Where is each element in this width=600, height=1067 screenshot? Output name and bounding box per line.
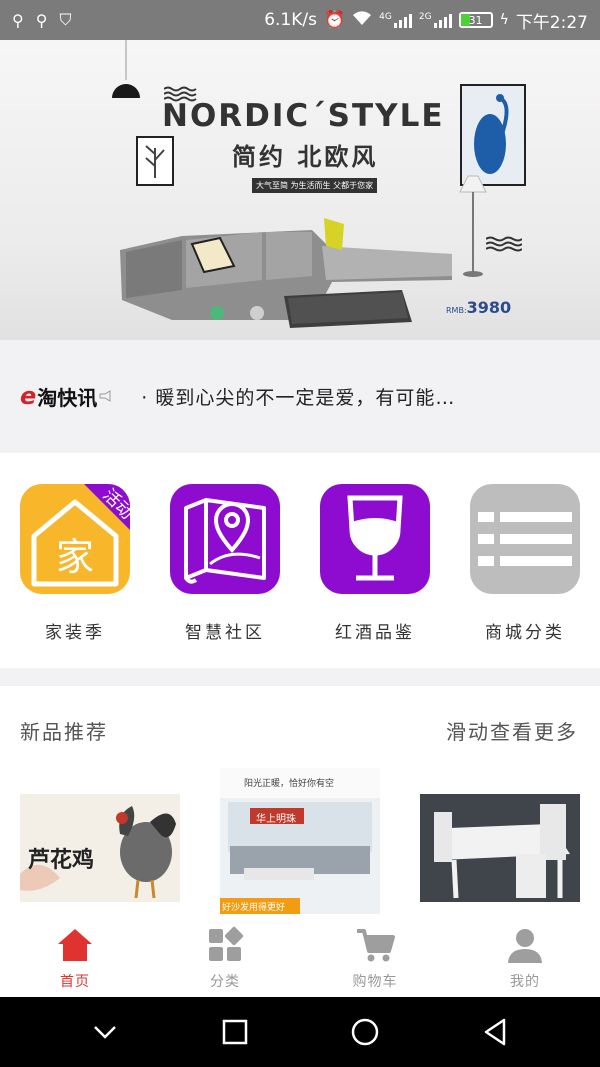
chevron-down-icon[interactable] bbox=[88, 1015, 122, 1049]
category-label: 家装季 bbox=[45, 623, 105, 643]
home-circle-icon[interactable] bbox=[348, 1015, 382, 1049]
promo-banner[interactable]: NORDIC´STYLE 简约 北欧风 大气至简 为生活而生 父都于您家 RMB… bbox=[0, 40, 600, 340]
home-icon bbox=[58, 929, 92, 961]
product-caption: 阳光正暖，恰好你有空 bbox=[244, 779, 335, 789]
category-shortcuts: 家 活动 家装季 智慧社区 红酒品鉴 商城分类 bbox=[0, 453, 600, 668]
category-label: 红酒品鉴 bbox=[335, 623, 415, 643]
list-icon bbox=[470, 484, 580, 594]
product-brand: 华上明珠 bbox=[256, 814, 296, 825]
svg-text:家: 家 bbox=[56, 535, 94, 579]
category-label: 商城分类 bbox=[485, 623, 565, 643]
banner-subtitle: 简约 北欧风 bbox=[232, 143, 379, 171]
category-label: 智慧社区 bbox=[185, 623, 265, 643]
battery-icon: 31 bbox=[458, 12, 493, 28]
product-card[interactable]: 芦花鸡 bbox=[20, 794, 180, 902]
wine-glass-icon bbox=[320, 484, 430, 594]
signal-4g-icon: 4G bbox=[379, 12, 412, 28]
megaphone-icon bbox=[99, 390, 111, 402]
swipe-more-link[interactable]: 滑动查看更多 bbox=[446, 716, 578, 745]
tab-home[interactable]: 首页 bbox=[0, 921, 150, 997]
shield-icon: ⛉ bbox=[59, 10, 72, 29]
product-caption: 芦花鸡 bbox=[28, 847, 95, 873]
category-smart-community[interactable]: 智慧社区 bbox=[170, 484, 280, 643]
recent-apps-icon[interactable] bbox=[218, 1015, 252, 1049]
sofa-image bbox=[120, 218, 452, 328]
news-headline[interactable]: · 暖到心尖的不一定是爱，有可能… bbox=[141, 383, 455, 410]
status-left-icons: ⚲ ⚲ ⛉ bbox=[12, 10, 71, 30]
usb-icon: ⚲ bbox=[12, 10, 24, 30]
banner-tagline: 大气至简 为生活而生 父都于您家 bbox=[252, 178, 378, 193]
product-card[interactable]: 阳光正暖，恰好你有空 华上明珠 好沙发用得更好 bbox=[220, 768, 380, 914]
alarm-icon: ⏰ bbox=[323, 10, 346, 30]
pendant-lamp-image bbox=[112, 40, 140, 98]
back-icon[interactable] bbox=[478, 1015, 512, 1049]
product-footer: 好沙发用得更好 bbox=[222, 903, 286, 913]
news-ticker[interactable]: e 淘快讯 · 暖到心尖的不一定是爱，有可能… bbox=[0, 340, 600, 452]
clock: 下午2:27 bbox=[515, 12, 588, 33]
charging-icon: ϟ bbox=[499, 12, 509, 28]
wifi-icon bbox=[352, 10, 372, 31]
banner-price: RMB:3980 bbox=[446, 298, 512, 317]
banner-title: NORDIC´STYLE bbox=[162, 98, 445, 134]
carousel-dot[interactable] bbox=[210, 306, 224, 320]
carousel-dots[interactable] bbox=[210, 306, 264, 320]
sofa-showroom-image bbox=[220, 768, 380, 914]
tab-label: 首页 bbox=[60, 974, 90, 990]
tab-label: 分类 bbox=[210, 974, 240, 990]
new-products-section: 新品推荐 滑动查看更多 芦花鸡 阳光正暖，恰好你有空 华上明珠 好沙发用得更好 bbox=[0, 686, 600, 921]
category-home-decor[interactable]: 家 活动 家装季 bbox=[20, 484, 130, 643]
tab-cart[interactable]: 购物车 bbox=[300, 921, 450, 997]
tab-mine[interactable]: 我的 bbox=[450, 921, 600, 997]
carousel-dot[interactable] bbox=[250, 306, 264, 320]
dining-table-image bbox=[420, 794, 580, 902]
network-speed: 6.1K/s bbox=[264, 10, 317, 30]
floor-lamp-image bbox=[459, 175, 487, 277]
wave-decoration bbox=[486, 236, 522, 252]
category-icon bbox=[209, 926, 244, 961]
tab-category[interactable]: 分类 bbox=[150, 921, 300, 997]
bottom-tab-bar: 首页 分类 购物车 我的 bbox=[0, 921, 600, 997]
signal-2g-icon: 2G bbox=[419, 12, 452, 28]
map-pin-icon bbox=[170, 484, 280, 594]
cart-icon bbox=[357, 929, 395, 962]
status-bar: ⚲ ⚲ ⛉ 6.1K/s ⏰ 4G 2G 31 ϟ 下午2:27 bbox=[0, 0, 600, 40]
tab-label: 我的 bbox=[510, 974, 540, 990]
category-wine-tasting[interactable]: 红酒品鉴 bbox=[320, 484, 430, 643]
peacock-frame-image bbox=[460, 84, 526, 186]
user-icon bbox=[508, 929, 542, 963]
news-logo: e 淘快讯 bbox=[20, 382, 111, 411]
section-title: 新品推荐 bbox=[20, 720, 108, 744]
system-nav-bar bbox=[0, 997, 600, 1067]
tab-label: 购物车 bbox=[352, 974, 398, 990]
home-icon: 家 活动 bbox=[20, 484, 130, 594]
usb-icon: ⚲ bbox=[35, 10, 48, 30]
plant-frame-image bbox=[136, 136, 174, 186]
category-mall-categories[interactable]: 商城分类 bbox=[470, 484, 580, 643]
product-card[interactable] bbox=[420, 794, 580, 902]
